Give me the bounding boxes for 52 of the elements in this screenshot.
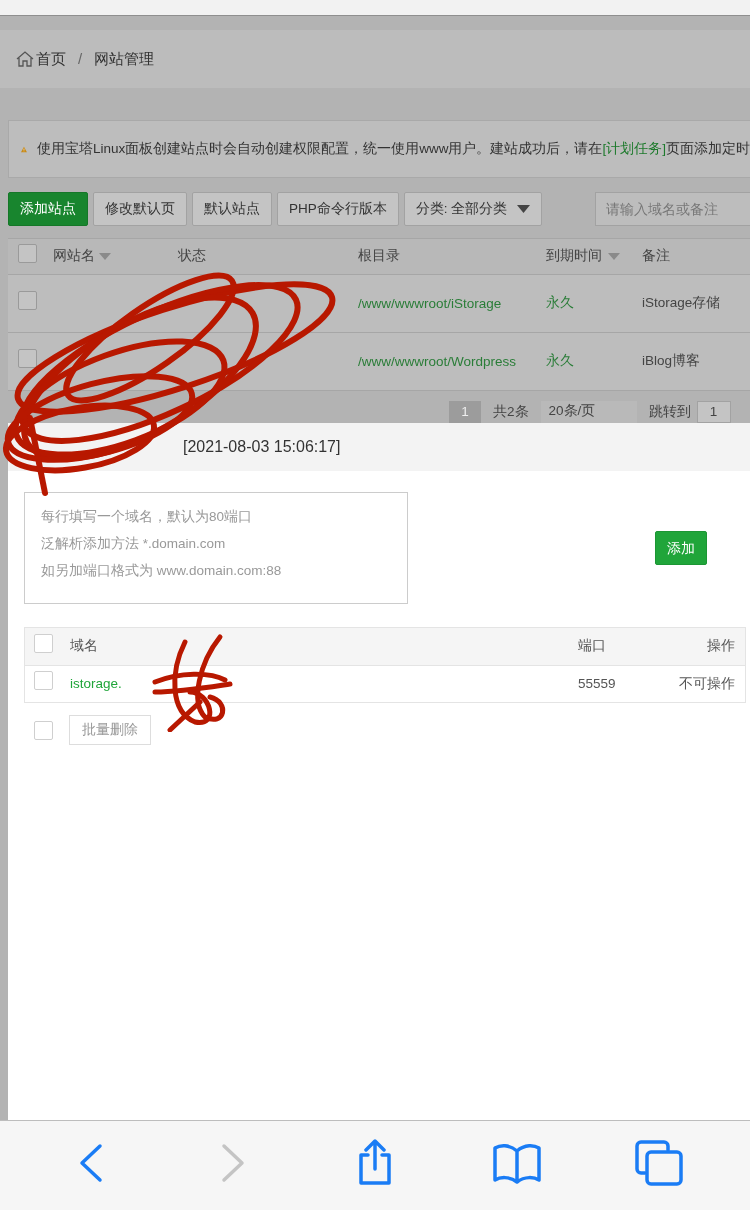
column-header[interactable]: 到期时间 xyxy=(546,246,620,267)
checkbox[interactable] xyxy=(18,348,37,368)
port-cell-text: 55559 xyxy=(577,674,617,693)
notice-link[interactable]: [计划任务] xyxy=(602,140,666,156)
tabs-icon[interactable] xyxy=(635,1139,683,1186)
column-header[interactable]: 状态 xyxy=(178,246,206,267)
column-header[interactable]: 网站名 xyxy=(53,246,111,267)
checkbox[interactable] xyxy=(18,290,37,310)
total-count: 共2条 xyxy=(492,402,530,421)
toolbar-button[interactable]: PHP命令行版本 xyxy=(277,192,399,226)
sort-caret-icon xyxy=(99,253,111,260)
column-header: 端口 xyxy=(577,637,607,656)
checkbox[interactable] xyxy=(34,720,53,740)
column-header: 域名 xyxy=(70,637,99,656)
jump-field[interactable]: 1 xyxy=(696,401,731,423)
back-icon[interactable] xyxy=(78,1142,104,1183)
domain-input-field[interactable]: 每行填写一个域名，默认为80端口 泛解析添加方法 *.domain.com 如另加端口格式为 www.domain.com:88 xyxy=(24,492,408,604)
search-field[interactable]: 请输入域名或备注 xyxy=(595,192,750,226)
breadcrumb-separator: / xyxy=(78,48,83,69)
placeholder-text: 如另加端口格式为 www.domain.com:88 xyxy=(41,562,282,580)
note-cell-text: iBlog博客 xyxy=(642,352,702,371)
sort-caret-icon xyxy=(608,253,620,260)
column-header[interactable]: 备注 xyxy=(642,246,670,267)
notice-text: 使用宝塔Linux面板创建站点时会自动创建权限配置，统一使用www用户。建站成功后，请在[计划任务]页面添加定时 xyxy=(36,139,750,158)
home-icon xyxy=(16,51,34,67)
toolbar-button[interactable]: 添加站点 xyxy=(8,192,88,226)
batch-delete-button[interactable]: 批量删除 xyxy=(69,715,151,745)
breadcrumb-current: 网站管理 xyxy=(94,48,155,69)
page-size-select[interactable]: 20条/页 xyxy=(540,401,637,423)
checkbox[interactable] xyxy=(34,633,53,653)
checkbox[interactable] xyxy=(34,671,53,691)
toolbar-button[interactable]: 默认站点 xyxy=(192,192,272,226)
expiry-cell-text: 永久 xyxy=(546,294,575,313)
toolbar-button[interactable]: 修改默认页 xyxy=(93,192,187,226)
dropdown-caret-icon xyxy=(517,205,531,213)
column-header[interactable]: 根目录 xyxy=(358,246,400,267)
placeholder-text: 每行填写一个域名，默认为80端口 xyxy=(41,508,253,526)
book-icon[interactable] xyxy=(492,1141,542,1184)
category-dropdown[interactable]: 分类: 全部分类 xyxy=(403,192,543,226)
action-cell-text: 不可操作 xyxy=(678,674,736,693)
root-path-link[interactable]: /www/wwwroot/Wordpress xyxy=(358,351,546,372)
jump-label: 跳转到 xyxy=(647,402,692,421)
checkbox[interactable] xyxy=(18,243,37,263)
breadcrumb-link[interactable]: 首页 xyxy=(36,47,66,71)
modal-title: [2021-08-03 15:06:17] xyxy=(183,437,341,457)
placeholder-text: 泛解析添加方法 *.domain.com xyxy=(41,535,226,553)
column-header: 操作 xyxy=(706,637,736,656)
expiry-cell-text: 永久 xyxy=(546,352,575,371)
note-cell-text: iStorage存储 xyxy=(642,294,722,313)
add-button[interactable]: 添加 xyxy=(655,531,707,565)
domain-link[interactable]: istorage. xyxy=(70,673,575,695)
root-path-link[interactable]: /www/wwwroot/iStorage xyxy=(358,293,546,314)
